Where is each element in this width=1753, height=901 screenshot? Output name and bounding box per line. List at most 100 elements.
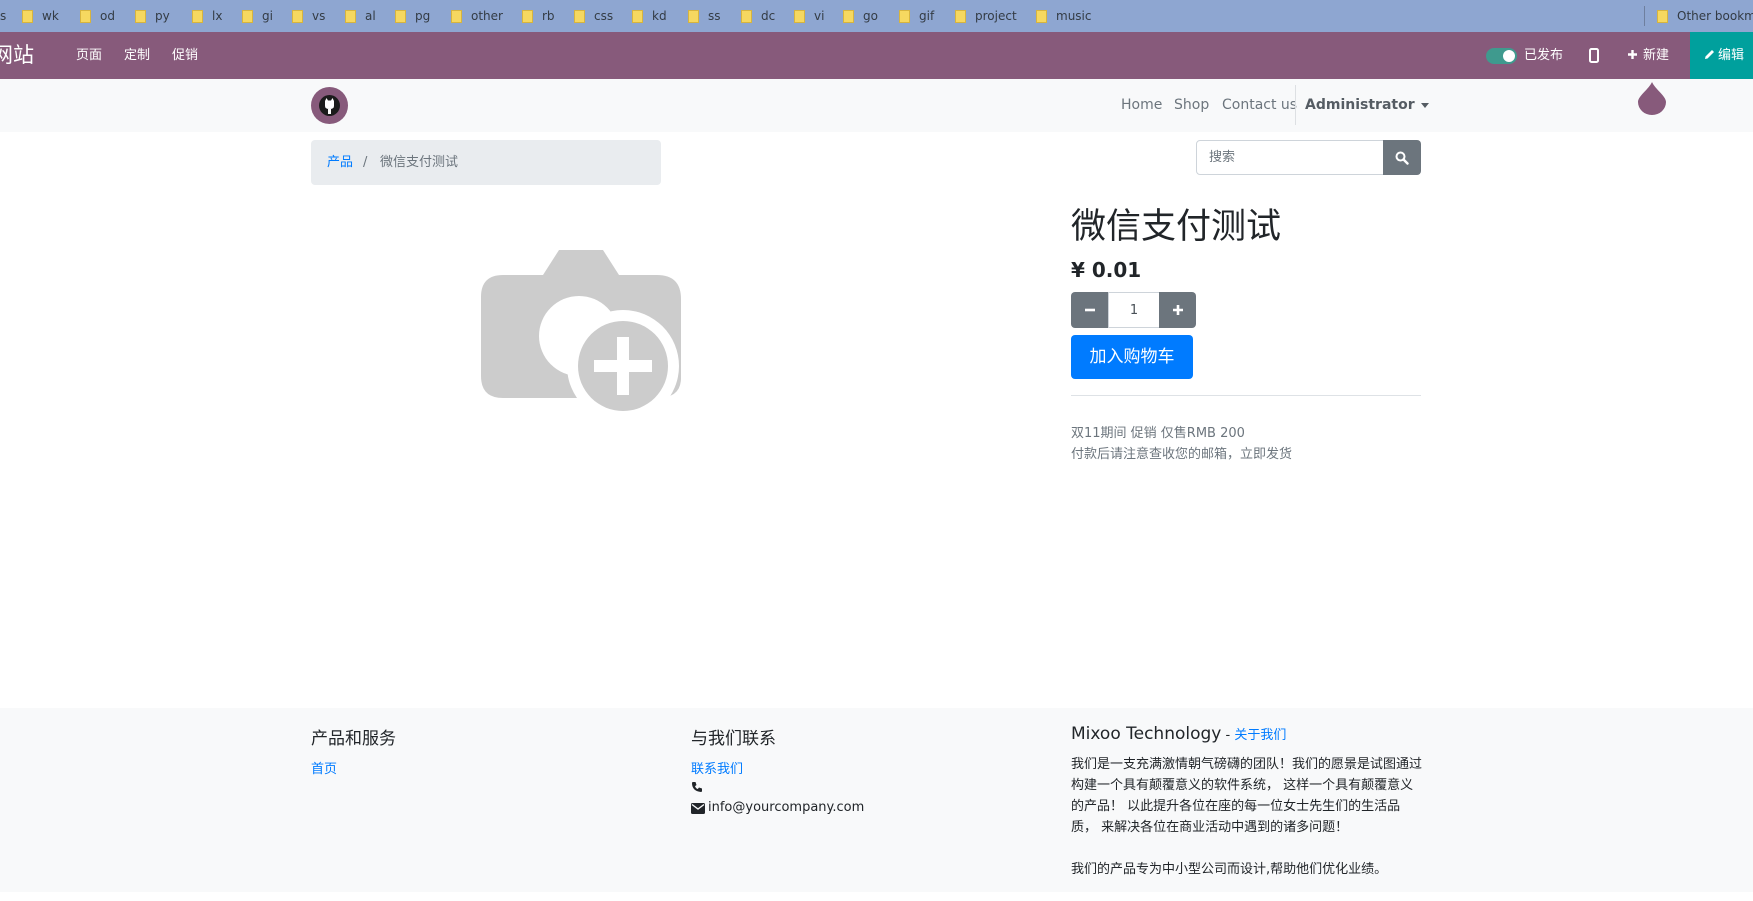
- search-icon: [1395, 151, 1409, 165]
- folder-icon: [522, 9, 533, 23]
- nav-shop[interactable]: Shop: [1174, 79, 1209, 132]
- edit-button[interactable]: 编辑: [1690, 32, 1753, 79]
- add-to-cart-button[interactable]: 加入购物车: [1071, 335, 1193, 379]
- menu-pages[interactable]: 页面: [76, 32, 102, 79]
- bookmarks-bar: s wk od py lx gi vs al pg other rb css k…: [0, 0, 1753, 32]
- bookmark-item[interactable]: lx: [192, 0, 222, 32]
- bookmark-label: music: [1056, 9, 1092, 23]
- quantity-input[interactable]: [1108, 292, 1160, 328]
- nav-home[interactable]: Home: [1121, 79, 1162, 132]
- breadcrumb-separator: /: [363, 155, 368, 170]
- bookmark-label: od: [100, 9, 115, 23]
- bookmark-label: al: [365, 9, 376, 23]
- folder-icon: [242, 9, 253, 23]
- menu-customize[interactable]: 定制: [124, 32, 150, 79]
- minus-icon: [1085, 308, 1095, 312]
- folder-icon: [688, 9, 699, 23]
- footer-home-link[interactable]: 首页: [311, 758, 337, 777]
- footer-email[interactable]: info@yourcompany.com: [708, 800, 864, 815]
- folder-icon: [395, 9, 406, 23]
- bookmark-label: dc: [761, 9, 776, 23]
- search-input[interactable]: [1196, 140, 1384, 175]
- bookmark-item[interactable]: py: [135, 0, 170, 32]
- bookmark-label: other: [471, 9, 503, 23]
- breadcrumb: 产品 / 微信支付测试: [311, 140, 661, 185]
- bookmark-item[interactable]: vi: [794, 0, 824, 32]
- site-navbar: Home Shop Contact us Administrator: [0, 79, 1753, 132]
- bookmark-item[interactable]: music: [1036, 0, 1091, 32]
- product-description-line: 双11期间 促销 仅售RMB 200: [1071, 426, 1245, 441]
- bookmark-item[interactable]: od: [80, 0, 115, 32]
- menu-promote[interactable]: 促销: [172, 32, 198, 79]
- bookmark-item[interactable]: project: [955, 0, 1017, 32]
- mobile-preview-icon[interactable]: [1589, 48, 1599, 63]
- bookmark-item[interactable]: go: [843, 0, 878, 32]
- bookmark-item[interactable]: wk: [22, 0, 59, 32]
- published-label[interactable]: 已发布: [1524, 32, 1563, 79]
- user-dropdown[interactable]: Administrator: [1305, 79, 1429, 132]
- github-icon: [319, 95, 340, 116]
- plus-icon: [1173, 305, 1183, 315]
- quantity-increase-button[interactable]: [1159, 292, 1196, 328]
- new-button[interactable]: 新建: [1627, 32, 1669, 79]
- nav-contact[interactable]: Contact us: [1222, 79, 1297, 132]
- bookmark-item[interactable]: s: [0, 0, 6, 32]
- folder-icon: [955, 9, 966, 23]
- site-footer: 产品和服务 首页 与我们联系 联系我们 info@yourcompany.com…: [0, 708, 1753, 892]
- bookmark-item[interactable]: al: [345, 0, 376, 32]
- bookmark-label: rb: [542, 9, 555, 23]
- about-us-link[interactable]: 关于我们: [1234, 728, 1286, 743]
- bookmark-item[interactable]: kd: [632, 0, 667, 32]
- footer-products-heading: 产品和服务: [311, 729, 396, 749]
- search-button[interactable]: [1383, 140, 1421, 175]
- admin-brand[interactable]: 网站: [0, 32, 34, 79]
- bookmark-item[interactable]: rb: [522, 0, 555, 32]
- bookmark-label: pg: [415, 9, 431, 23]
- folder-icon: [451, 9, 462, 23]
- folder-icon: [794, 9, 805, 23]
- footer-contact-link[interactable]: 联系我们: [691, 758, 743, 777]
- bookmark-item[interactable]: vs: [292, 0, 325, 32]
- quantity-decrease-button[interactable]: [1071, 292, 1108, 328]
- folder-icon: [632, 9, 643, 23]
- publish-toggle[interactable]: [1486, 48, 1517, 64]
- product-search: [1196, 140, 1421, 175]
- bookmark-label: lx: [212, 9, 223, 23]
- theme-drop-icon[interactable]: [1637, 81, 1667, 115]
- bookmark-item[interactable]: ss: [688, 0, 721, 32]
- folder-icon: [899, 9, 910, 23]
- about-paragraph: 我们是一支充满激情朝气磅礴的团队！我们的愿景是试图通过构建一个具有颠覆意义的软件…: [1071, 757, 1423, 835]
- phone-icon: [692, 782, 702, 792]
- bookmark-item[interactable]: gi: [242, 0, 273, 32]
- product-price: ¥ 0.01: [1071, 258, 1142, 282]
- folder-icon: [345, 9, 356, 23]
- breadcrumb-products-link[interactable]: 产品: [327, 140, 353, 185]
- quantity-stepper: [1071, 292, 1196, 328]
- pencil-icon: [1705, 50, 1714, 59]
- company-name: Mixoo Technology: [1071, 724, 1222, 744]
- site-logo[interactable]: [311, 87, 348, 124]
- bookmark-label: go: [863, 9, 878, 23]
- envelope-icon: [691, 803, 705, 814]
- product-description-line: 付款后请注意查收您的邮箱，立即发货: [1071, 447, 1293, 462]
- bookmark-item[interactable]: gif: [899, 0, 934, 32]
- user-name: Administrator: [1305, 97, 1415, 113]
- plus-icon: [1628, 50, 1637, 59]
- bookmark-label: kd: [652, 9, 667, 23]
- bookmark-label: project: [975, 9, 1017, 23]
- bookmark-label: gi: [262, 9, 273, 23]
- bookmark-item[interactable]: css: [574, 0, 613, 32]
- folder-icon: [135, 9, 146, 23]
- other-bookmarks[interactable]: Other bookm: [1657, 0, 1753, 32]
- bookmark-label: py: [155, 9, 170, 23]
- bookmark-label: s: [0, 9, 7, 23]
- edit-label: 编辑: [1718, 48, 1745, 63]
- bookmark-item[interactable]: dc: [741, 0, 775, 32]
- company-about: 我们是一支充满激情朝气磅礴的团队！我们的愿景是试图通过构建一个具有颠覆意义的软件…: [1071, 754, 1426, 901]
- caret-down-icon: [1420, 102, 1429, 108]
- product-title: 微信支付测试: [1071, 207, 1282, 247]
- bookmark-item[interactable]: pg: [395, 0, 430, 32]
- bookmarks-divider: [1644, 6, 1645, 26]
- bookmark-item[interactable]: other: [451, 0, 503, 32]
- folder-icon: [741, 9, 752, 23]
